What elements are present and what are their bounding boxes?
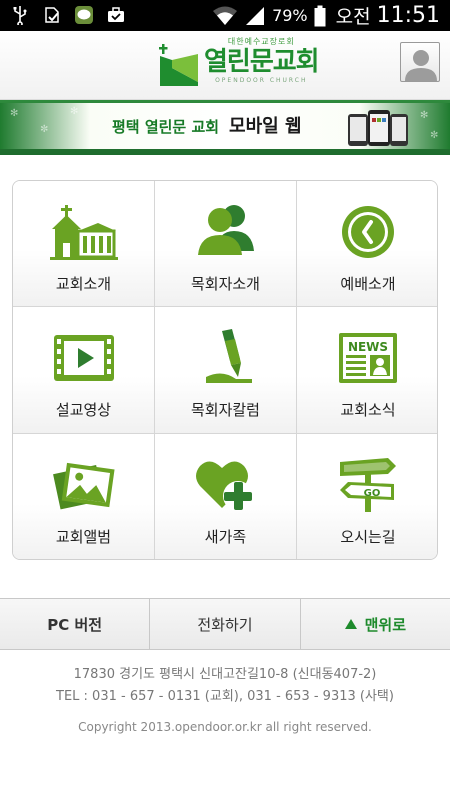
battery-percent: 79% (272, 6, 308, 25)
banner-mobile-web: 모바일 웹 (229, 116, 302, 137)
church-icon (50, 205, 118, 260)
user-icon (405, 50, 437, 81)
bottom-nav: PC 버전 전화하기 맨위로 (0, 598, 450, 650)
menu-label: 교회앨범 (55, 528, 112, 546)
snowflake-icon: ✻ (420, 110, 429, 121)
user-avatar-button[interactable] (400, 42, 440, 82)
menu-worship-intro[interactable]: 예배소개 (297, 181, 437, 307)
go-icon-text: GO (364, 488, 381, 499)
pc-version-button[interactable]: PC 버전 (0, 599, 151, 649)
snowflake-icon: ✻ (10, 108, 19, 119)
arrow-up-icon (344, 619, 357, 629)
menu-sermon-video[interactable]: 설교영상 (13, 307, 155, 434)
menu-label: 예배소개 (340, 275, 396, 293)
go-top-button[interactable]: 맨위로 (301, 599, 450, 649)
snowflake-icon: ✻ (70, 106, 79, 117)
footer-address: 17830 경기도 평택시 신대고잔길10-8 (신대동407-2) (73, 667, 377, 682)
battery-icon (314, 5, 326, 26)
wifi-icon (213, 6, 238, 25)
usb-icon (13, 6, 27, 25)
logo-name: 열린문교회 (204, 47, 320, 77)
logo-english: OPENDOOR CHURCH (215, 77, 308, 84)
time-ampm: 오전 (335, 6, 371, 28)
church-logo[interactable]: 대한예수교장로회 열린문교회 OPENDOOR CHURCH (158, 36, 320, 92)
menu-church-album[interactable]: 교회앨범 (13, 434, 155, 559)
menu-church-news[interactable]: NEWS 교회소식 (297, 307, 437, 434)
phones-image (348, 110, 408, 146)
menu-pastor-intro[interactable]: 목회자소개 (155, 181, 297, 307)
pen-icon (206, 329, 252, 383)
status-bar: 79% 오전 11:51 (0, 0, 450, 31)
people-icon (198, 205, 254, 255)
video-icon (54, 335, 114, 381)
menu-pastor-column[interactable]: 목회자칼럼 (155, 307, 297, 434)
main-menu-grid: 교회소개 목회자소개 예배소개 설교영상 목회자칼럼 NEWS 교회소식 교회앨… (12, 180, 438, 560)
download-done-icon (45, 7, 59, 23)
signpost-icon: GO (340, 458, 396, 512)
line-app-icon (75, 6, 93, 24)
menu-directions[interactable]: GO 오시는길 (297, 434, 437, 559)
news-icon-text: NEWS (348, 340, 388, 354)
go-top-label: 맨위로 (364, 615, 407, 634)
menu-label: 교회소식 (340, 401, 396, 419)
album-icon (53, 462, 115, 510)
snowflake-icon: ✼ (430, 130, 439, 141)
footer-tel: TEL : 031 - 657 - 0131 (교회), 031 - 653 -… (56, 689, 394, 704)
signal-icon (246, 6, 265, 25)
menu-church-intro[interactable]: 교회소개 (13, 181, 155, 307)
menu-label: 교회소개 (55, 275, 112, 293)
menu-label: 목회자칼럼 (190, 401, 260, 419)
heart-plus-icon (196, 461, 253, 511)
banner-church-name: 평택 열린문 교회 (112, 118, 220, 136)
clock-icon (342, 206, 394, 258)
menu-label: 오시는길 (340, 528, 396, 546)
clock-time: 11:51 (376, 3, 440, 28)
menu-new-family[interactable]: 새가족 (155, 434, 297, 559)
news-icon: NEWS (339, 333, 397, 383)
call-button[interactable]: 전화하기 (150, 599, 301, 649)
snowflake-icon: ✼ (40, 124, 49, 135)
footer-copyright: Copyright 2013.opendoor.or.kr all right … (78, 720, 372, 734)
menu-label: 목회자소개 (190, 275, 260, 293)
menu-label: 설교영상 (55, 401, 112, 419)
promo-banner: ✻ ✼ ✻ ✻ ✼ 평택 열린문 교회 모바일 웹 (0, 100, 450, 155)
app-header: 대한예수교장로회 열린문교회 OPENDOOR CHURCH (0, 31, 450, 100)
menu-label: 새가족 (204, 528, 247, 546)
briefcase-icon (108, 7, 124, 22)
logo-subtitle: 대한예수교장로회 (227, 37, 295, 46)
logo-door-icon (159, 44, 198, 86)
footer: 17830 경기도 평택시 신대고잔길10-8 (신대동407-2) TEL :… (0, 664, 450, 738)
